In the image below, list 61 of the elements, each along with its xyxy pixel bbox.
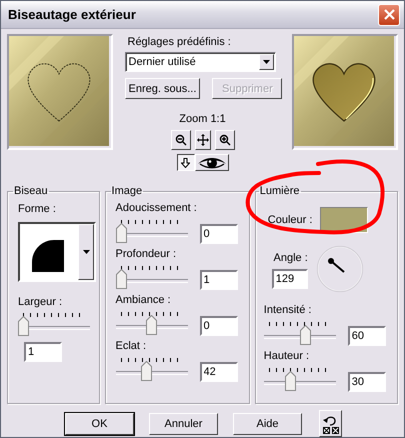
zoom-out-button[interactable] (170, 130, 190, 150)
group-title: Biseau (13, 185, 49, 197)
close-icon (384, 9, 394, 20)
preset-dropdown[interactable]: Dernier utilisé (124, 52, 276, 72)
caret-icon (262, 60, 270, 64)
slider[interactable] (116, 358, 188, 381)
zoom-out-icon (174, 134, 186, 146)
slider[interactable] (116, 220, 188, 243)
caret-icon (82, 250, 90, 254)
shape-label: Forme : (18, 202, 56, 216)
slider-thumb[interactable] (141, 361, 152, 381)
arrow-toggle[interactable] (176, 154, 194, 171)
zoom-label: Zoom 1:1 (179, 112, 226, 126)
value-field[interactable]: 0 (200, 316, 238, 336)
slider-thumb[interactable] (18, 316, 29, 336)
slider-label: Hauteur : (264, 349, 310, 363)
slider-label: Adoucissement : (116, 201, 197, 215)
slider-thumb[interactable] (116, 223, 127, 243)
color-label: Couleur : (268, 213, 312, 227)
slider-label: Ambiance : (116, 293, 171, 307)
slider-label: Intensité : (264, 303, 312, 317)
slider-label: Eclat : (116, 339, 146, 353)
slider[interactable] (116, 266, 188, 289)
dialog-button[interactable]: OK (65, 412, 134, 434)
slider[interactable] (264, 368, 336, 391)
value-field[interactable]: 30 (348, 372, 386, 392)
window-title: Biseautage extérieur (8, 7, 136, 22)
eye-icon (196, 156, 226, 170)
value-field[interactable]: 60 (348, 326, 386, 346)
shape-picker[interactable] (18, 222, 96, 282)
down-arrow-icon (181, 158, 190, 168)
angle-label: Angle : (274, 251, 308, 265)
slider-label: Profondeur : (116, 247, 176, 261)
close-button[interactable] (378, 4, 400, 26)
value-field[interactable]: 1 (200, 270, 238, 290)
value-field[interactable]: 42 (200, 362, 238, 382)
zoom-in-button[interactable] (214, 130, 234, 150)
presets-label: Réglages prédéfinis : (128, 35, 231, 49)
dialog-button[interactable]: Annuler (149, 412, 218, 434)
pan-button[interactable] (194, 130, 210, 150)
slider-thumb[interactable] (285, 371, 296, 391)
value-field[interactable]: 129 (272, 269, 308, 289)
value-field[interactable]: 0 (200, 224, 238, 244)
reset-button[interactable] (319, 410, 342, 437)
slider[interactable] (264, 322, 336, 345)
preset-button[interactable]: Enreg. sous... (124, 78, 200, 99)
slider-thumb[interactable] (116, 269, 127, 289)
group-title: Lumière (258, 185, 301, 197)
dialog-button[interactable]: Aide (233, 412, 302, 434)
move-icon (196, 134, 208, 146)
zoom-in-icon (218, 134, 230, 146)
slider-label: Largeur : (18, 295, 62, 309)
group-title: Image (110, 185, 144, 197)
value-field[interactable]: 1 (24, 342, 62, 362)
slider[interactable] (18, 313, 90, 336)
slider-thumb[interactable] (300, 325, 312, 345)
angle-dial[interactable] (316, 245, 364, 293)
slider-thumb[interactable] (146, 315, 158, 335)
eye-toggle[interactable] (194, 154, 228, 171)
slider[interactable] (116, 312, 188, 335)
undo-icon (322, 414, 340, 434)
